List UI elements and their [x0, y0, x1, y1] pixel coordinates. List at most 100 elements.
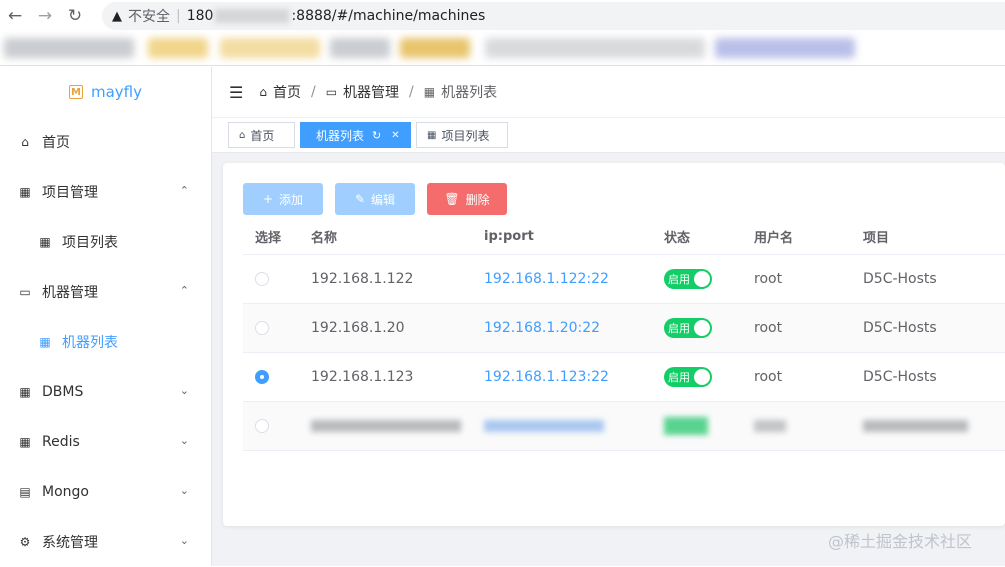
home-icon: ⌂ — [21, 135, 29, 149]
forward-icon[interactable]: → — [30, 0, 60, 32]
back-icon[interactable]: ← — [0, 0, 30, 32]
table-row[interactable]: 192.168.1.20 192.168.1.20:22 启用 root D5C… — [243, 304, 1005, 353]
breadcrumb-separator: / — [310, 84, 316, 100]
switch-knob — [694, 320, 710, 336]
url-redacted — [215, 9, 290, 23]
table-row[interactable]: 192.168.1.122 192.168.1.122:22 启用 root D… — [243, 255, 1005, 304]
address-bar[interactable]: ▲ 不安全 | 180 :8888/#/machine/machines — [102, 2, 1005, 30]
row-radio[interactable] — [255, 419, 269, 433]
app-logo[interactable]: M mayfly — [0, 67, 211, 117]
breadcrumb-home[interactable]: ⌂ 首页 — [259, 82, 301, 102]
logo-icon: M — [68, 85, 83, 99]
status-switch[interactable]: 启用 — [664, 318, 712, 338]
bookmark-redacted[interactable] — [4, 38, 134, 58]
cell-username: root — [754, 271, 783, 287]
cell-project: D5C-Hosts — [863, 369, 937, 385]
column-header-status: 状态 — [664, 230, 691, 246]
chevron-down-icon: ⌄ — [179, 484, 189, 497]
tag-machine-list[interactable]: 机器列表 ↻ ✕ — [300, 122, 411, 148]
sidebar: M mayfly ⌂ 首页 ▦ 项目管理 ⌃ ▦ 项目列表 ▭ 机器管理 ⌃ ▦… — [0, 67, 212, 566]
breadcrumb-machine-list: ▦ 机器列表 — [424, 82, 497, 102]
tag-home[interactable]: ⌂ 首页 — [228, 122, 295, 148]
database-icon: ▦ — [19, 385, 31, 399]
bookmark-redacted[interactable] — [220, 38, 320, 58]
table-row[interactable]: 192.168.1.123 192.168.1.123:22 启用 root D… — [243, 353, 1005, 402]
warning-icon: ▲ — [112, 8, 122, 24]
switch-knob — [694, 271, 710, 287]
sidebar-item-home[interactable]: ⌂ 首页 — [0, 117, 211, 167]
sidebar-item-mongo[interactable]: ▤ Mongo ⌄ — [0, 467, 211, 517]
sidebar-item-machine-management[interactable]: ▭ 机器管理 ⌃ — [0, 267, 211, 317]
chevron-up-icon: ⌃ — [179, 184, 189, 197]
switch-knob — [694, 369, 710, 385]
row-radio[interactable] — [255, 272, 269, 286]
sidebar-item-dbms[interactable]: ▦ DBMS ⌄ — [0, 367, 211, 417]
redacted-ip — [484, 420, 604, 432]
cell-ip-link[interactable]: 192.168.1.123:22 — [484, 353, 609, 401]
menu-toggle-icon[interactable]: ☰ — [229, 83, 243, 102]
cell-ip-link[interactable]: 192.168.1.20:22 — [484, 304, 600, 352]
row-radio[interactable] — [255, 321, 269, 335]
breadcrumb-label: 机器列表 — [441, 85, 498, 101]
status-switch[interactable]: 启用 — [664, 269, 712, 289]
bookmark-redacted[interactable] — [330, 38, 390, 58]
sidebar-item-label: 机器列表 — [62, 335, 118, 351]
breadcrumb-machine-management[interactable]: ▭ 机器管理 — [326, 82, 399, 102]
switch-label: 启用 — [668, 273, 690, 286]
bookmark-redacted[interactable] — [485, 38, 705, 58]
grid-icon: ▦ — [39, 235, 51, 249]
tag-project-list[interactable]: ▦ 项目列表 — [416, 122, 508, 148]
close-icon[interactable]: ✕ — [391, 130, 399, 141]
table-row-redacted[interactable] — [243, 402, 1005, 451]
sidebar-item-redis[interactable]: ▦ Redis ⌄ — [0, 417, 211, 467]
bookmark-redacted[interactable] — [715, 38, 855, 58]
document-icon: ▤ — [19, 485, 31, 499]
column-header-ip-port: ip:port — [484, 228, 534, 244]
breadcrumb-separator: / — [409, 84, 414, 100]
reload-icon[interactable]: ↻ — [60, 0, 90, 32]
sidebar-item-label: Mongo — [42, 484, 89, 500]
grid-icon: ▦ — [39, 335, 51, 349]
sidebar-item-label: 系统管理 — [42, 535, 98, 551]
sidebar-item-label: 首页 — [42, 135, 70, 151]
header: ☰ ⌂ 首页 / ▭ 机器管理 / ▦ 机器列表 — [212, 67, 1005, 117]
cell-project: D5C-Hosts — [863, 271, 937, 287]
cell-username: root — [754, 369, 783, 385]
bookmarks-bar — [0, 32, 1005, 66]
home-icon: ⌂ — [239, 129, 246, 141]
redacted-project — [863, 420, 968, 432]
sidebar-item-label: DBMS — [42, 384, 84, 400]
grid-icon: ▦ — [423, 85, 436, 99]
cell-name: 192.168.1.20 — [311, 320, 405, 336]
sidebar-item-system-management[interactable]: ⚙ 系统管理 ⌄ — [0, 517, 211, 567]
redacted-status — [664, 417, 708, 435]
sidebar-item-machine-list[interactable]: ▦ 机器列表 — [0, 317, 211, 367]
refresh-icon[interactable]: ↻ — [372, 129, 381, 142]
url-prefix: 180 — [186, 8, 214, 24]
cell-name: 192.168.1.123 — [311, 369, 414, 385]
insecure-label: 不安全 — [128, 9, 170, 25]
edit-icon: ✎ — [354, 192, 366, 206]
bookmark-redacted[interactable] — [148, 38, 208, 58]
tag-label: 机器列表 — [316, 128, 365, 143]
sidebar-item-project-management[interactable]: ▦ 项目管理 ⌃ — [0, 167, 211, 217]
app-name: mayfly — [90, 83, 142, 101]
redacted-name — [311, 420, 461, 432]
trash-icon: 🗑 — [444, 192, 460, 206]
sidebar-item-label: Redis — [42, 434, 80, 450]
cell-project: D5C-Hosts — [863, 320, 937, 336]
column-header-username: 用户名 — [754, 230, 794, 246]
browser-toolbar: ← → ↻ ▲ 不安全 | 180 :8888/#/machine/machin… — [0, 0, 1005, 32]
sidebar-item-project-list[interactable]: ▦ 项目列表 — [0, 217, 211, 267]
bookmark-redacted[interactable] — [400, 38, 470, 58]
switch-label: 启用 — [668, 322, 690, 335]
cell-ip-link[interactable]: 192.168.1.122:22 — [484, 255, 609, 303]
redacted-username — [754, 420, 786, 432]
edit-button[interactable]: ✎ 编辑 — [335, 183, 415, 215]
switch-label: 启用 — [668, 371, 690, 384]
delete-button[interactable]: 🗑 删除 — [427, 183, 507, 215]
grid-icon: ▦ — [19, 435, 31, 449]
add-button[interactable]: + 添加 — [243, 183, 323, 215]
row-radio-selected[interactable] — [255, 370, 269, 384]
status-switch[interactable]: 启用 — [664, 367, 712, 387]
